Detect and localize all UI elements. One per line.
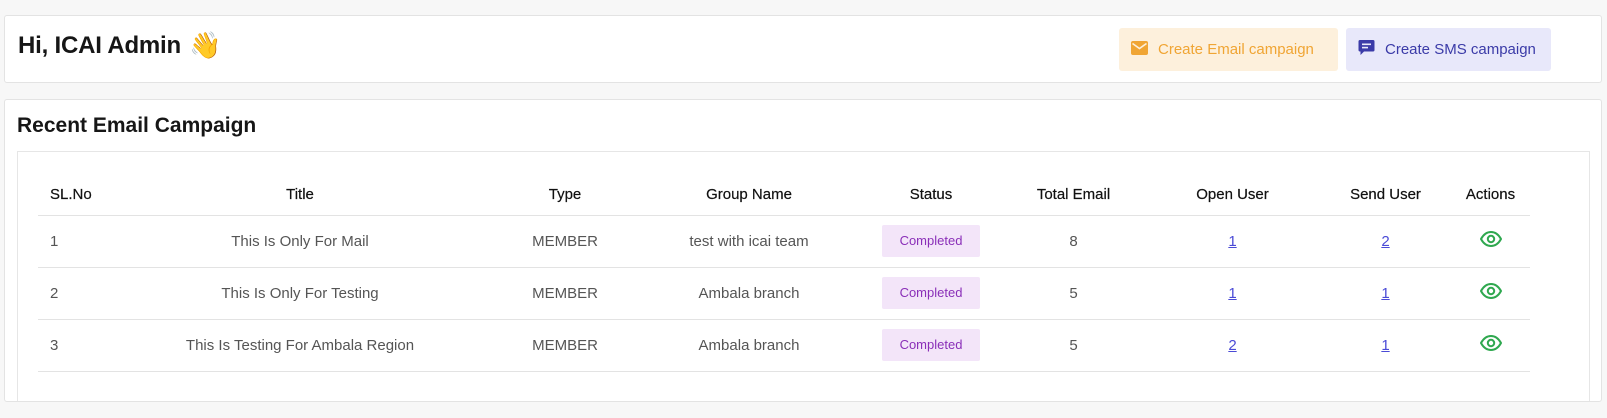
create-email-campaign-label: Create Email campaign (1158, 41, 1314, 58)
table-row: 2 This Is Only For Testing MEMBER Ambala… (38, 267, 1530, 320)
type-cell: MEMBER (492, 319, 638, 372)
column-header: Send User (1320, 174, 1451, 216)
type-cell: MEMBER (492, 215, 638, 268)
envelope-icon (1131, 40, 1148, 59)
send-user-link[interactable]: 2 (1381, 233, 1389, 250)
column-header: Actions (1451, 174, 1530, 216)
group-name-cell: test with icai team (638, 215, 860, 268)
send-user-cell: 1 (1320, 319, 1451, 372)
open-user-link[interactable]: 1 (1228, 285, 1236, 302)
eye-icon[interactable] (1479, 334, 1502, 355)
column-header: Title (108, 174, 492, 216)
table-row: 3 This Is Testing For Ambala Region MEMB… (38, 319, 1530, 372)
title-cell: This Is Testing For Ambala Region (108, 319, 492, 372)
chat-bubble-icon (1358, 39, 1375, 60)
send-user-cell: 1 (1320, 267, 1451, 320)
open-user-cell: 1 (1145, 267, 1320, 320)
open-user-cell: 1 (1145, 215, 1320, 268)
group-name-cell: Ambala branch (638, 319, 860, 372)
type-cell: MEMBER (492, 267, 638, 320)
total-email-cell: 8 (1002, 215, 1145, 268)
status-cell: Completed (860, 319, 1002, 372)
eye-icon[interactable] (1479, 230, 1502, 251)
actions-cell (1451, 215, 1530, 268)
column-header: Open User (1145, 174, 1320, 216)
open-user-link[interactable]: 2 (1228, 337, 1236, 354)
actions-cell (1451, 319, 1530, 372)
wave-emoji: 👋 (188, 30, 222, 60)
create-sms-campaign-button[interactable]: Create SMS campaign (1346, 28, 1551, 71)
campaign-table: SL.No Title Type Group Name Status Total… (38, 174, 1530, 372)
column-header: Status (860, 174, 1002, 216)
title-cell: This Is Only For Mail (108, 215, 492, 268)
eye-icon[interactable] (1479, 282, 1502, 303)
table-row: 1 This Is Only For Mail MEMBER test with… (38, 215, 1530, 268)
page-title: Hi, ICAI Admin 👋 (18, 30, 221, 61)
recent-campaign-card: Recent Email Campaign SL.No Title Type G… (4, 99, 1602, 402)
sl-no-cell: 1 (38, 215, 108, 268)
create-email-campaign-button[interactable]: Create Email campaign (1119, 28, 1338, 71)
send-user-link[interactable]: 1 (1381, 337, 1389, 354)
status-badge: Completed (882, 329, 980, 361)
table-header-row: SL.No Title Type Group Name Status Total… (38, 174, 1530, 216)
total-email-cell: 5 (1002, 267, 1145, 320)
create-sms-campaign-label: Create SMS campaign (1385, 41, 1536, 58)
group-name-cell: Ambala branch (638, 267, 860, 320)
title-cell: This Is Only For Testing (108, 267, 492, 320)
status-cell: Completed (860, 267, 1002, 320)
status-badge: Completed (882, 225, 980, 257)
open-user-link[interactable]: 1 (1228, 233, 1236, 250)
status-badge: Completed (882, 277, 980, 309)
send-user-link[interactable]: 1 (1381, 285, 1389, 302)
campaign-table-container: SL.No Title Type Group Name Status Total… (17, 151, 1590, 401)
column-header: Total Email (1002, 174, 1145, 216)
section-title: Recent Email Campaign (17, 114, 257, 137)
sl-no-cell: 3 (38, 319, 108, 372)
column-header: SL.No (38, 174, 108, 216)
total-email-cell: 5 (1002, 319, 1145, 372)
open-user-cell: 2 (1145, 319, 1320, 372)
column-header: Type (492, 174, 638, 216)
actions-cell (1451, 267, 1530, 320)
sl-no-cell: 2 (38, 267, 108, 320)
column-header: Group Name (638, 174, 860, 216)
status-cell: Completed (860, 215, 1002, 268)
greeting-text: Hi, ICAI Admin (18, 31, 181, 59)
send-user-cell: 2 (1320, 215, 1451, 268)
greeting-card: Hi, ICAI Admin 👋 Create Email campaign C… (4, 15, 1602, 83)
